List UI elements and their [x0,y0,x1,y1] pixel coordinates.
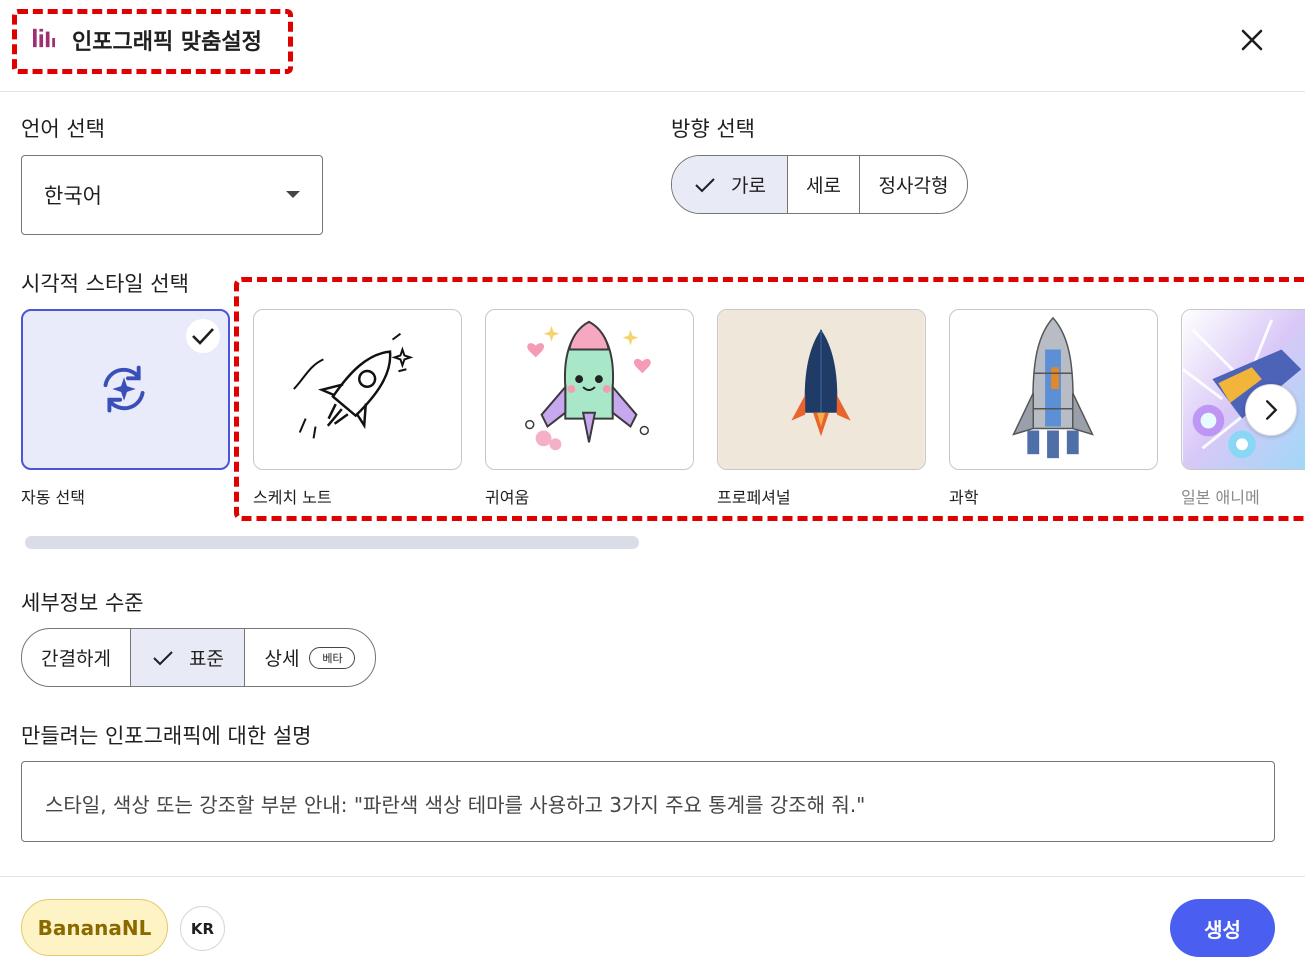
science-rocket-image [1012,316,1094,459]
detail-segmented-control: 간결하게 표준 상세 베타 [21,628,376,687]
gallery-next-button[interactable] [1245,384,1297,436]
dialog-title: 인포그래픽 맞춤설정 [72,30,262,55]
language-select[interactable]: 한국어 [21,155,323,235]
style-label: 시각적 스타일 선택 [21,272,189,296]
caret-down-icon [286,191,300,198]
close-button[interactable] [1234,22,1270,58]
style-card-professional[interactable] [717,309,926,470]
style-card-cute[interactable] [485,309,694,470]
dialog-header: 인포그래픽 맞춤설정 [0,0,1305,92]
orientation-segmented-control: 가로 세로 정사각형 [671,155,968,214]
orientation-option-portrait[interactable]: 세로 [788,156,860,213]
description-label: 만들려는 인포그래픽에 대한 설명 [21,724,312,748]
chevron-right-icon [1266,400,1278,420]
detail-option-detailed[interactable]: 상세 베타 [245,629,375,686]
locale-chip[interactable]: KR [180,906,225,951]
generate-button[interactable]: 생성 [1170,899,1275,957]
style-label-auto: 자동 선택 [21,488,85,507]
gallery-scrollbar[interactable] [25,536,639,549]
orientation-label: 방향 선택 [671,117,755,141]
detail-option-label: 상세 [264,648,300,670]
style-card-sketch[interactable] [253,309,462,470]
beta-badge: 베타 [309,646,356,669]
check-badge [186,319,220,353]
language-value: 한국어 [44,184,102,208]
close-icon [1241,29,1263,51]
orientation-option-label: 세로 [806,175,841,197]
detail-option-label: 간결하게 [41,648,111,670]
description-input[interactable]: 스타일, 색상 또는 강조할 부분 안내: "파란색 색상 테마를 사용하고 3… [21,761,1275,842]
brand-chip[interactable]: BananaNL [21,899,168,956]
style-card-science[interactable] [949,309,1158,470]
check-icon [153,650,173,665]
chart-bars-icon [33,28,55,48]
detail-option-standard[interactable]: 표준 [131,629,245,686]
style-card-auto[interactable] [21,309,230,470]
orientation-option-label: 정사각형 [878,175,949,197]
professional-rocket-image [718,310,925,469]
cute-rocket-image [525,320,651,451]
detail-option-concise[interactable]: 간결하게 [22,629,131,686]
check-icon [192,328,214,345]
check-icon [695,177,715,192]
detail-option-label: 표준 [189,648,224,670]
description-placeholder: 스타일, 색상 또는 강조할 부분 안내: "파란색 색상 테마를 사용하고 3… [45,793,866,817]
sketch-rocket-image [293,332,414,439]
language-label: 언어 선택 [21,117,105,141]
orientation-option-square[interactable]: 정사각형 [860,156,967,213]
orientation-option-label: 가로 [731,175,766,197]
orientation-option-landscape[interactable]: 가로 [672,156,788,213]
detail-label: 세부정보 수준 [21,591,144,615]
